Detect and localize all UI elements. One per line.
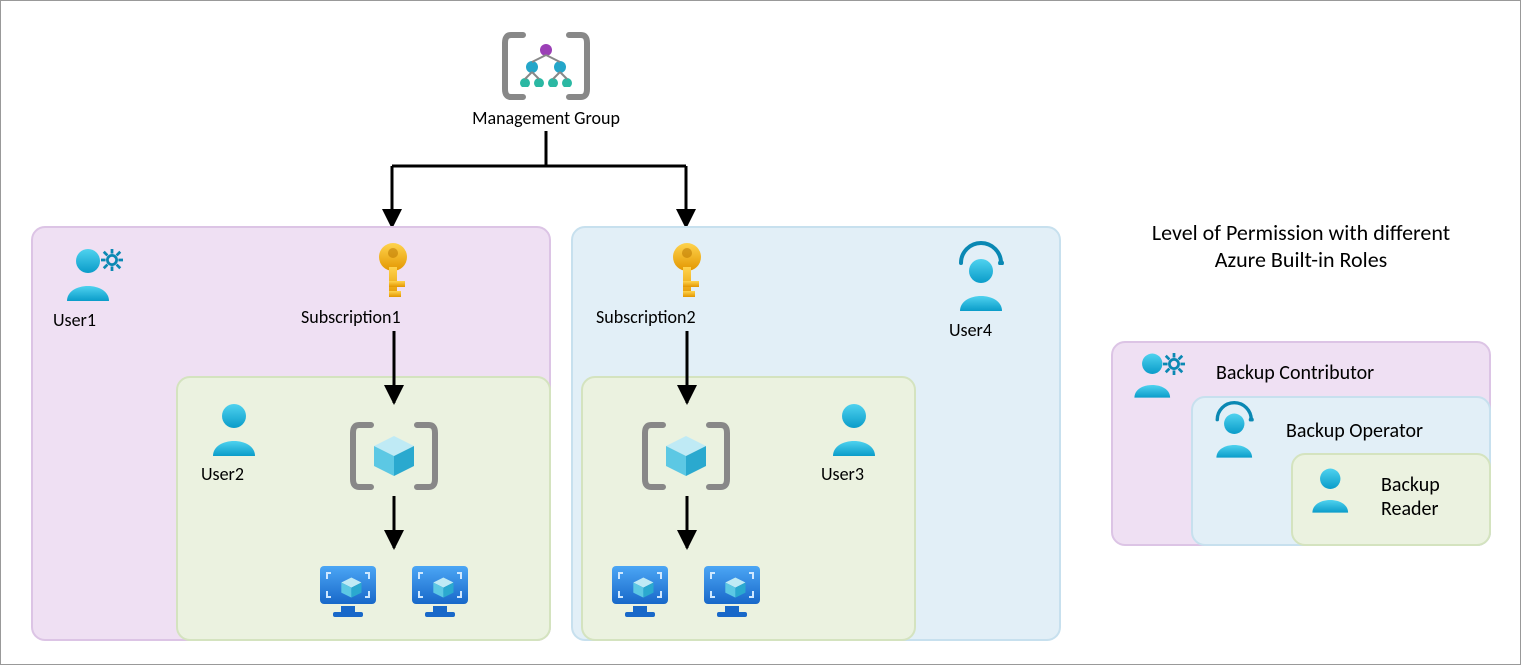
- hierarchy-icon: [519, 43, 573, 87]
- legend-reader-label-line2: Reader: [1381, 497, 1438, 521]
- connector-sub2-to-rg: [684, 331, 690, 411]
- user2-icon: [209, 401, 259, 456]
- resource1-cube-icon: [371, 433, 417, 479]
- legend-operator-user-icon: [1213, 411, 1256, 458]
- legend-reader-user-icon: [1309, 466, 1352, 513]
- vm1-icon: [317, 563, 379, 621]
- user1-label: User1: [53, 309, 96, 331]
- connector-sub1-to-rg: [391, 331, 397, 411]
- legend-contributor-gear-icon: [1163, 353, 1185, 375]
- user4-label: User4: [949, 319, 992, 341]
- vm4-icon: [701, 563, 763, 621]
- legend-reader-label-line1: Backup: [1381, 473, 1440, 497]
- resource2-cube-icon: [663, 433, 709, 479]
- user1-gear-icon: [101, 249, 123, 271]
- user3-label: User3: [821, 463, 864, 485]
- legend-operator-label: Backup Operator: [1286, 419, 1423, 443]
- user4-icon: [956, 256, 1006, 311]
- diagram-canvas: Management Group User1 Subscription1: [0, 0, 1521, 665]
- subscription1-key-icon: [369, 241, 417, 299]
- user2-label: User2: [201, 463, 244, 485]
- connector-mg-to-subs: [389, 131, 689, 241]
- user3-icon: [829, 401, 879, 456]
- vm2-icon: [409, 563, 471, 621]
- legend-contributor-label: Backup Contributor: [1216, 361, 1374, 385]
- subscription2-key-icon: [663, 241, 711, 299]
- subscription1-label: Subscription1: [301, 306, 401, 328]
- management-group-label: Management Group: [461, 107, 631, 129]
- vm3-icon: [609, 563, 671, 621]
- legend-title: Level of Permission with different Azure…: [1136, 219, 1466, 273]
- connector-rg1-to-vms: [391, 496, 397, 556]
- connector-rg2-to-vms: [684, 496, 690, 556]
- subscription2-label: Subscription2: [596, 306, 696, 328]
